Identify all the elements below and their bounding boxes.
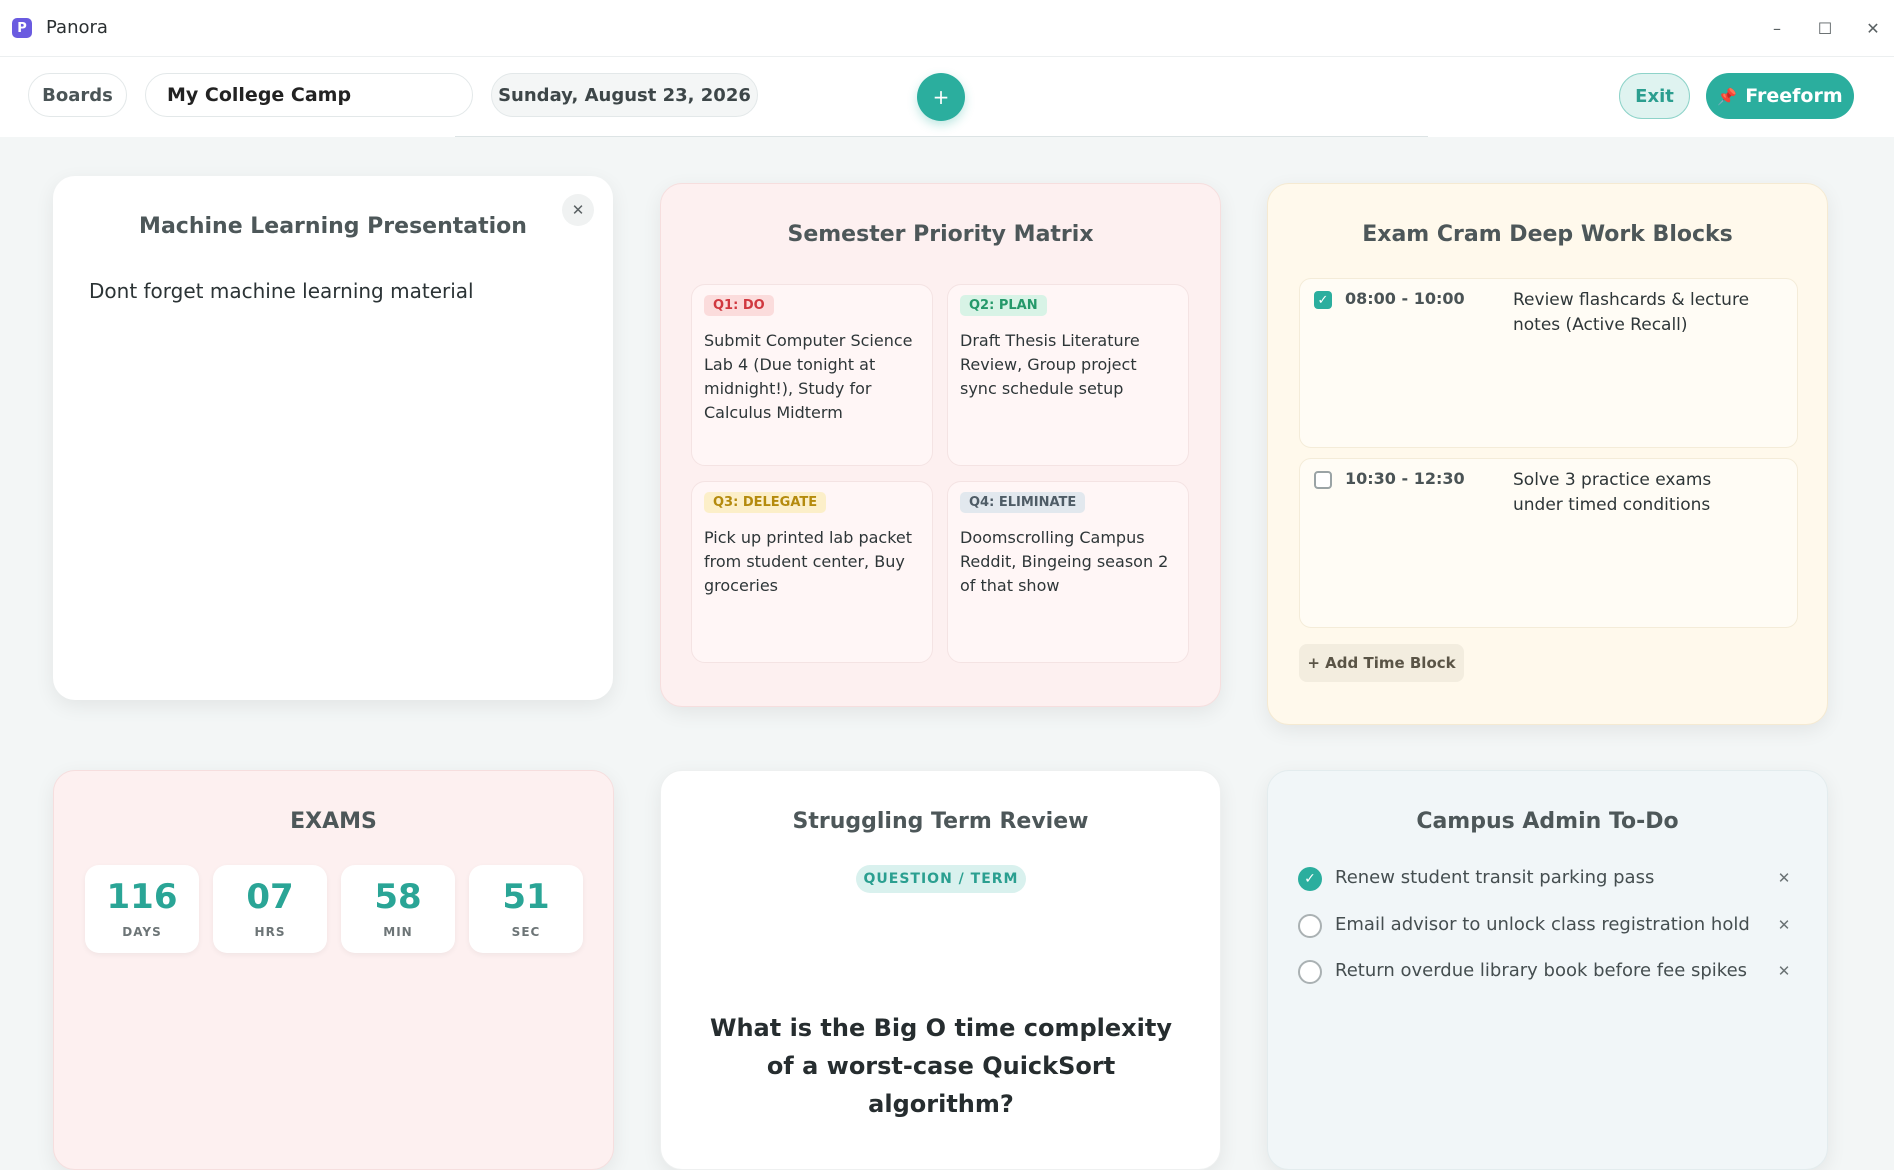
countdown-value: 58	[374, 877, 422, 917]
quadrant-eliminate[interactable]: Q4: ELIMINATE Doomscrolling Campus Reddi…	[947, 481, 1189, 663]
countdown-value: 07	[246, 877, 294, 917]
term-review-card[interactable]: Struggling Term Review QUESTION / TERM W…	[660, 770, 1221, 1170]
quadrant-text[interactable]: Pick up printed lab packet from student …	[704, 526, 919, 598]
countdown-label: DAYS	[122, 925, 162, 939]
quadrant-tag: Q4: ELIMINATE	[960, 492, 1086, 513]
admin-todo-card: Campus Admin To-Do ✓ Renew student trans…	[1267, 770, 1828, 1170]
block-checkbox[interactable]	[1314, 471, 1332, 489]
remove-icon[interactable]: ✕	[1774, 869, 1794, 889]
block-time: 08:00 - 10:00	[1345, 289, 1465, 308]
quadrant-text[interactable]: Submit Computer Science Lab 4 (Due tonig…	[704, 329, 919, 425]
block-task[interactable]: Solve 3 practice exams under timed condi…	[1513, 468, 1753, 518]
countdown-minutes: 58 MIN	[341, 865, 455, 953]
exams-countdown-card: EXAMS 116 DAYS 07 HRS 58 MIN 51 SEC	[53, 770, 614, 1170]
note-title: Machine Learning Presentation	[139, 214, 527, 239]
quadrant-tag: Q2: PLAN	[960, 295, 1047, 316]
block-task[interactable]: Review flashcards & lecture notes (Activ…	[1513, 288, 1753, 338]
exit-button[interactable]: Exit	[1619, 73, 1690, 119]
close-icon[interactable]: ✕	[562, 194, 594, 226]
question-term-badge: QUESTION / TERM	[856, 865, 1026, 893]
date-selector[interactable]: Sunday, August 23, 2026	[491, 73, 758, 117]
todo-checkbox[interactable]: ✓	[1298, 867, 1322, 891]
priority-matrix-card: Semester Priority Matrix Q1: DO Submit C…	[660, 183, 1221, 707]
quadrant-delegate[interactable]: Q3: DELEGATE Pick up printed lab packet …	[691, 481, 933, 663]
exams-title: EXAMS	[290, 809, 377, 834]
countdown-value: 116	[106, 877, 178, 917]
note-card[interactable]: Machine Learning Presentation ✕ Dont for…	[53, 176, 613, 700]
todo-checkbox[interactable]	[1298, 960, 1322, 984]
minimize-icon[interactable]: –	[1763, 14, 1791, 42]
deep-work-card: Exam Cram Deep Work Blocks ✓ 08:00 - 10:…	[1267, 183, 1828, 725]
todo-item: Email advisor to unlock class registrati…	[1298, 910, 1798, 942]
block-checkbox[interactable]: ✓	[1314, 291, 1332, 309]
pin-icon: 📌	[1717, 86, 1738, 106]
deep-work-title: Exam Cram Deep Work Blocks	[1362, 222, 1733, 247]
matrix-title: Semester Priority Matrix	[787, 222, 1094, 247]
countdown-days: 116 DAYS	[85, 865, 199, 953]
todo-checkbox[interactable]	[1298, 914, 1322, 938]
toolbar: Boards My College Camp Sunday, August 23…	[0, 57, 1894, 137]
close-window-icon[interactable]: ✕	[1859, 14, 1887, 42]
title-bar: P Panora – ☐ ✕	[0, 0, 1894, 57]
app-logo-icon: P	[12, 18, 32, 38]
app-title: Panora	[46, 17, 108, 38]
quadrant-do[interactable]: Q1: DO Submit Computer Science Lab 4 (Du…	[691, 284, 933, 466]
boards-button[interactable]: Boards	[28, 73, 127, 117]
todo-text[interactable]: Email advisor to unlock class registrati…	[1335, 914, 1750, 935]
block-time: 10:30 - 12:30	[1345, 469, 1465, 488]
note-body[interactable]: Dont forget machine learning material	[89, 279, 474, 303]
add-time-block-button[interactable]: + Add Time Block	[1299, 644, 1464, 682]
freeform-label: Freeform	[1745, 85, 1843, 107]
time-block[interactable]: ✓ 08:00 - 10:00 Review flashcards & lect…	[1299, 278, 1798, 448]
countdown-seconds: 51 SEC	[469, 865, 583, 953]
todo-title: Campus Admin To-Do	[1416, 809, 1679, 834]
quadrant-plan[interactable]: Q2: PLAN Draft Thesis Literature Review,…	[947, 284, 1189, 466]
remove-icon[interactable]: ✕	[1774, 916, 1794, 936]
quadrant-text[interactable]: Draft Thesis Literature Review, Group pr…	[960, 329, 1175, 401]
todo-item: ✓ Renew student transit parking pass ✕	[1298, 863, 1798, 895]
add-widget-button[interactable]: +	[917, 73, 965, 121]
freeform-button[interactable]: 📌 Freeform	[1706, 73, 1854, 119]
countdown-label: HRS	[254, 925, 286, 939]
todo-item: Return overdue library book before fee s…	[1298, 956, 1798, 988]
countdown-label: MIN	[383, 925, 413, 939]
toolbar-divider	[455, 136, 1428, 137]
countdown-hours: 07 HRS	[213, 865, 327, 953]
countdown-label: SEC	[511, 925, 541, 939]
todo-text[interactable]: Renew student transit parking pass	[1335, 867, 1654, 888]
quadrant-tag: Q1: DO	[704, 295, 774, 316]
countdown-value: 51	[502, 877, 550, 917]
quadrant-text[interactable]: Doomscrolling Campus Reddit, Bingeing se…	[960, 526, 1175, 598]
review-question[interactable]: What is the Big O time complexity of a w…	[701, 1009, 1181, 1123]
remove-icon[interactable]: ✕	[1774, 962, 1794, 982]
board-name-field[interactable]: My College Camp	[145, 73, 473, 117]
time-block[interactable]: 10:30 - 12:30 Solve 3 practice exams und…	[1299, 458, 1798, 628]
todo-text[interactable]: Return overdue library book before fee s…	[1335, 960, 1747, 981]
review-title: Struggling Term Review	[792, 809, 1089, 834]
quadrant-tag: Q3: DELEGATE	[704, 492, 827, 513]
maximize-icon[interactable]: ☐	[1811, 14, 1839, 42]
